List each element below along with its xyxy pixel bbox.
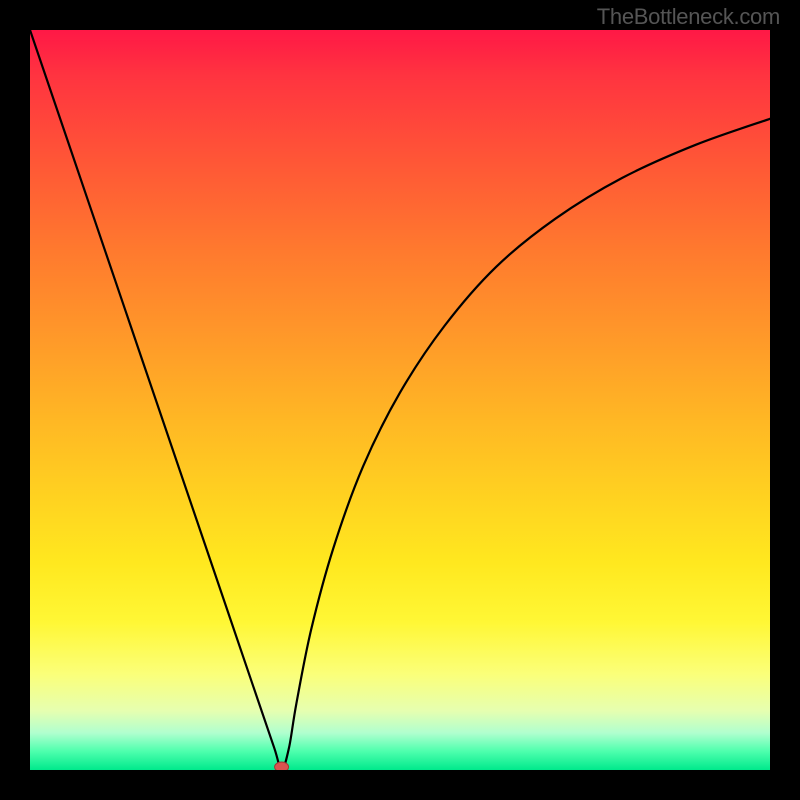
bottleneck-curve xyxy=(30,30,770,770)
chart-plot-area xyxy=(30,30,770,770)
chart-svg xyxy=(30,30,770,770)
watermark-text: TheBottleneck.com xyxy=(597,4,780,30)
optimal-marker xyxy=(275,762,289,770)
